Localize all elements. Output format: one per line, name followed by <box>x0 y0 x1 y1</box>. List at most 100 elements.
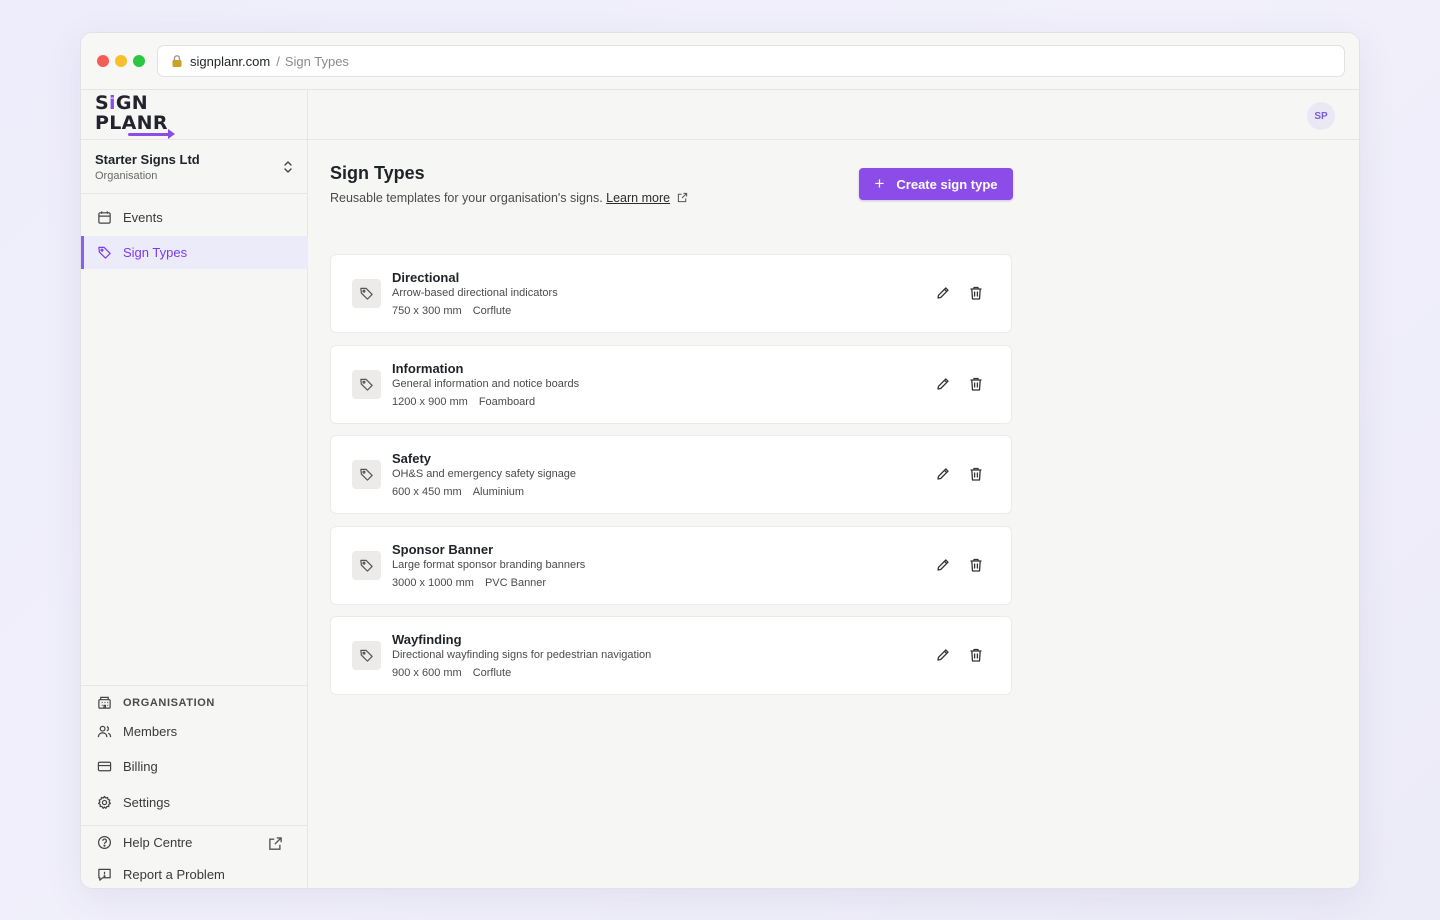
delete-trash-icon[interactable] <box>968 466 984 482</box>
building-icon <box>98 696 111 709</box>
sidebar-item-settings[interactable]: Settings <box>81 786 308 819</box>
credit-card-icon <box>97 761 112 772</box>
sign-type-size: 3000 x 1000 mm <box>392 577 474 589</box>
browser-titlebar: signplanr.com / Sign Types <box>81 33 1359 90</box>
message-alert-icon <box>98 868 111 881</box>
divider <box>81 139 308 140</box>
edit-pencil-icon[interactable] <box>935 466 951 482</box>
logo-arrow-head <box>168 129 175 139</box>
logo-arrow-line <box>128 133 170 136</box>
edit-pencil-icon[interactable] <box>935 376 951 392</box>
edit-pencil-icon[interactable] <box>935 557 951 573</box>
minimize-window-button[interactable] <box>115 55 127 67</box>
signplanr-logo[interactable]: SiGN PLANR <box>95 92 175 139</box>
page-subtitle: Reusable templates for your organisation… <box>330 191 688 205</box>
url-path: Sign Types <box>284 53 349 69</box>
sidebar: SiGN PLANR Starter Signs Ltd Organisatio… <box>81 90 308 888</box>
chevron-up-down-icon <box>284 161 292 173</box>
calendar-icon <box>98 211 111 224</box>
sign-type-name: Wayfinding <box>392 632 462 647</box>
help-circle-icon <box>97 835 112 850</box>
page-subtitle-text: Reusable templates for your organisation… <box>330 191 603 205</box>
delete-trash-icon[interactable] <box>968 376 984 392</box>
sign-type-description: General information and notice boards <box>392 378 580 390</box>
org-name: Starter Signs Ltd <box>95 152 200 167</box>
sign-type-material: PVC Banner <box>484 577 547 589</box>
sidebar-item-help-centre[interactable]: Help Centre <box>81 826 308 859</box>
sign-type-description: OH&S and emergency safety signage <box>392 468 577 480</box>
sidebar-item-label: Billing <box>123 759 158 774</box>
sidebar-item-label: Events <box>123 210 163 225</box>
sign-type-meta: 3000 x 1000 mm PVC Banner <box>392 577 546 589</box>
url-domain: signplanr.com <box>190 53 271 69</box>
sign-type-size: 750 x 300 mm <box>392 305 462 317</box>
tag-icon <box>352 460 381 489</box>
sidebar-item-members[interactable]: Members <box>81 715 308 748</box>
plus-icon: + <box>874 174 885 193</box>
logo-line-1: SiGN <box>95 92 148 114</box>
delete-trash-icon[interactable] <box>968 647 984 663</box>
external-link-icon <box>269 837 282 850</box>
sidebar-item-label: Help Centre <box>123 835 193 850</box>
sidebar-item-events[interactable]: Events <box>81 201 308 234</box>
sidebar-item-label: Settings <box>123 795 170 810</box>
sign-type-name: Information <box>392 361 464 376</box>
learn-more-link[interactable]: Learn more <box>606 191 670 205</box>
sign-type-meta: 1200 x 900 mm Foamboard <box>392 396 535 408</box>
sidebar-item-label: Sign Types <box>123 245 188 260</box>
lock-icon <box>172 55 182 67</box>
topbar: SP <box>308 90 1359 140</box>
url-separator: / <box>276 53 280 69</box>
sign-type-meta: 600 x 450 mm Aluminium <box>392 486 524 498</box>
edit-pencil-icon[interactable] <box>935 647 951 663</box>
sidebar-item-label: Members <box>123 724 178 739</box>
sidebar-item-report-problem[interactable]: Report a Problem <box>81 858 308 888</box>
create-sign-type-label: Create sign type <box>896 176 998 192</box>
sign-type-card[interactable]: Information General information and noti… <box>330 345 1012 424</box>
sign-type-description: Directional wayfinding signs for pedestr… <box>392 649 652 661</box>
sign-type-material: Corflute <box>472 305 512 317</box>
external-link-icon <box>677 192 687 203</box>
sign-type-size: 600 x 450 mm <box>392 486 462 498</box>
tag-icon <box>352 370 381 399</box>
sign-type-material: Corflute <box>472 667 512 679</box>
tag-icon <box>352 641 381 670</box>
sign-type-name: Safety <box>392 451 432 466</box>
tag-icon <box>98 246 111 259</box>
sign-type-meta: 900 x 600 mm Corflute <box>392 667 511 679</box>
sign-type-card[interactable]: Sponsor Banner Large format sponsor bran… <box>330 526 1012 605</box>
org-subtitle: Organisation <box>95 170 158 182</box>
sign-type-name: Directional <box>392 270 460 285</box>
edit-pencil-icon[interactable] <box>935 285 951 301</box>
close-window-button[interactable] <box>97 55 109 67</box>
users-icon <box>97 725 112 738</box>
sidebar-item-billing[interactable]: Billing <box>81 750 308 783</box>
delete-trash-icon[interactable] <box>968 557 984 573</box>
sign-type-material: Foamboard <box>478 396 536 408</box>
maximize-window-button[interactable] <box>133 55 145 67</box>
create-sign-type-button[interactable]: + Create sign type <box>859 168 1013 200</box>
org-switcher[interactable]: Starter Signs Ltd Organisation <box>95 152 295 188</box>
address-bar[interactable]: signplanr.com / Sign Types <box>157 45 1345 77</box>
org-section-label: ORGANISATION <box>123 696 215 709</box>
divider <box>81 193 308 194</box>
page-title: Sign Types <box>330 163 425 183</box>
sign-type-card[interactable]: Wayfinding Directional wayfinding signs … <box>330 616 1012 695</box>
delete-trash-icon[interactable] <box>968 285 984 301</box>
tag-icon <box>352 551 381 580</box>
tag-icon <box>352 279 381 308</box>
sign-type-material: Aluminium <box>472 486 525 498</box>
sign-type-meta: 750 x 300 mm Corflute <box>392 305 511 317</box>
browser-window: signplanr.com / Sign Types SiGN PLANR St… <box>80 32 1360 889</box>
sign-type-card[interactable]: Safety OH&S and emergency safety signage… <box>330 435 1012 514</box>
sidebar-item-label: Report a Problem <box>123 867 225 882</box>
sign-type-name: Sponsor Banner <box>392 542 494 557</box>
logo-line-2: PLANR <box>95 112 168 134</box>
sidebar-item-sign-types[interactable]: Sign Types <box>81 236 308 269</box>
sign-type-description: Arrow-based directional indicators <box>392 287 558 299</box>
user-avatar[interactable]: SP <box>1307 102 1335 130</box>
sign-type-size: 1200 x 900 mm <box>392 396 468 408</box>
sign-type-card[interactable]: Directional Arrow-based directional indi… <box>330 254 1012 333</box>
sign-type-size: 900 x 600 mm <box>392 667 462 679</box>
gear-icon <box>97 795 112 809</box>
